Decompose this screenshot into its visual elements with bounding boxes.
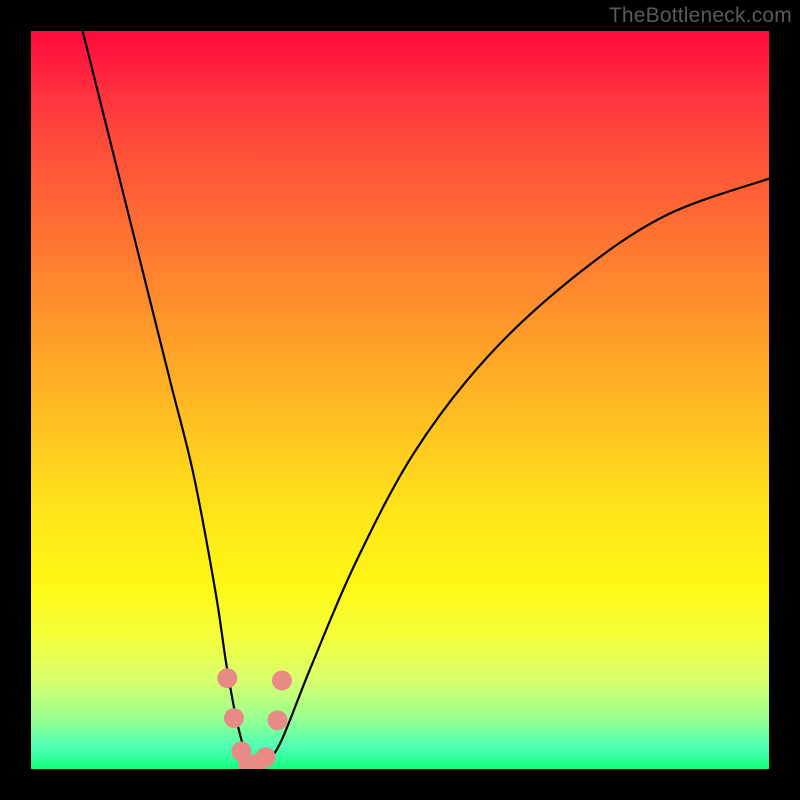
marker-point xyxy=(256,747,276,767)
chart-container: TheBottleneck.com xyxy=(0,0,800,800)
marker-point xyxy=(224,708,244,728)
marker-point xyxy=(268,710,288,730)
plot-area xyxy=(31,31,769,769)
marker-point xyxy=(272,670,292,690)
marker-point xyxy=(217,668,237,688)
curve-svg xyxy=(31,31,769,769)
bottleneck-curve xyxy=(83,31,769,769)
watermark-text: TheBottleneck.com xyxy=(609,4,792,28)
highlight-markers xyxy=(217,668,292,769)
